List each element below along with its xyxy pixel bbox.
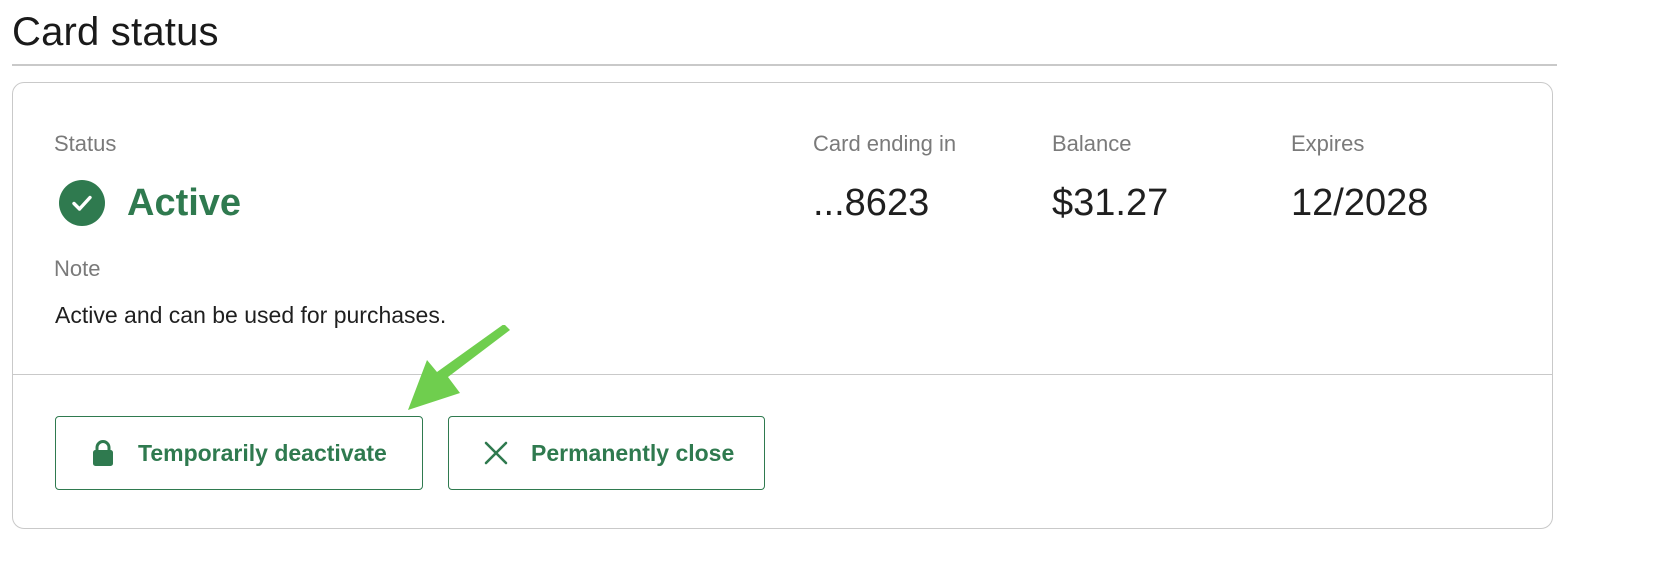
temporarily-deactivate-button[interactable]: Temporarily deactivate xyxy=(55,416,423,490)
close-icon xyxy=(483,438,509,468)
expires-value: 12/2028 xyxy=(1291,182,1429,224)
expires-label: Expires xyxy=(1291,131,1365,156)
note-label: Note xyxy=(54,256,101,281)
balance-label: Balance xyxy=(1052,131,1132,156)
actions-divider xyxy=(13,374,1552,375)
page-title: Card status xyxy=(12,10,219,54)
check-circle-icon xyxy=(59,180,105,226)
card-ending-value: ...8623 xyxy=(813,182,930,224)
permanently-close-label: Permanently close xyxy=(531,439,735,466)
temporarily-deactivate-label: Temporarily deactivate xyxy=(138,439,387,466)
lock-icon xyxy=(90,438,116,468)
permanently-close-button[interactable]: Permanently close xyxy=(448,416,765,490)
balance-value: $31.27 xyxy=(1052,182,1169,224)
card-ending-label: Card ending in xyxy=(813,131,957,156)
status-value: Active xyxy=(127,181,242,224)
card-status-panel: Status Active Note Active and can be use… xyxy=(12,82,1553,529)
note-text: Active and can be used for purchases. xyxy=(55,302,447,328)
status-indicator: Active xyxy=(59,179,241,227)
status-label: Status xyxy=(54,131,117,156)
title-divider xyxy=(12,64,1557,66)
